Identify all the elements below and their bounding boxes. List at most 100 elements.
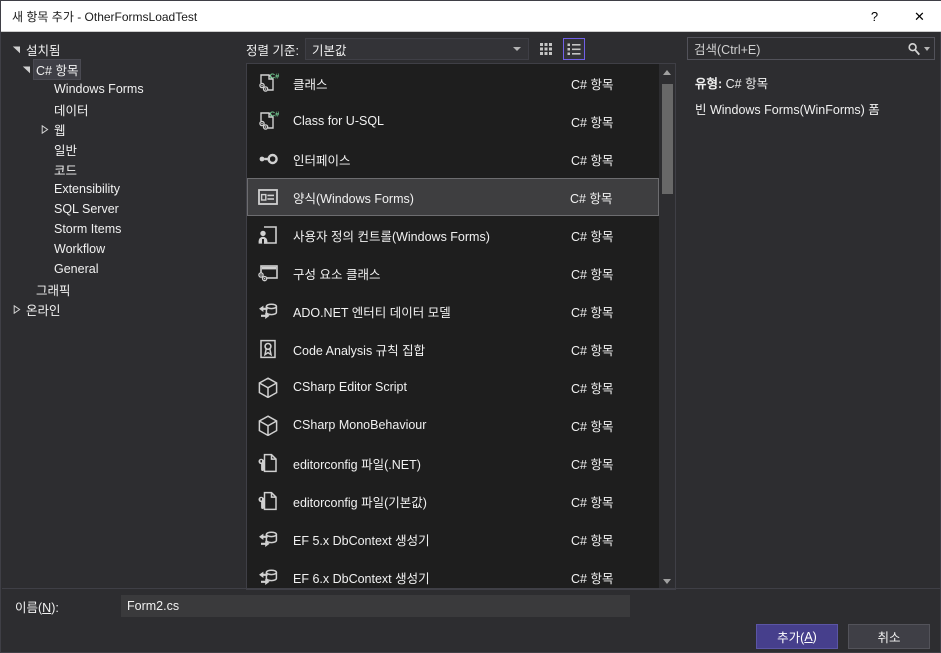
template-item-kind: C# 항목	[571, 571, 614, 586]
chevron-down-icon	[12, 46, 20, 53]
template-item-kind: C# 항목	[570, 191, 613, 206]
tree-item-13[interactable]: 온라인	[2, 299, 240, 319]
template-list-item[interactable]: EF 5.x DbContext 생성기 C# 항목	[247, 520, 659, 558]
template-list[interactable]: C# 클래스 C# 항목 C# Class for U-SQL C# 항목 인터페이…	[247, 64, 659, 589]
add-button-mnemonic: A	[804, 629, 813, 644]
sort-by-dropdown[interactable]: 기본값	[304, 38, 529, 60]
tree-item-label: C# 항목	[32, 58, 82, 80]
help-icon[interactable]: ?	[852, 1, 897, 32]
name-label: 이름(N):	[1, 597, 121, 616]
list-icon	[567, 43, 581, 55]
grid-icon	[539, 43, 552, 55]
close-icon[interactable]: ✕	[897, 1, 941, 32]
tree-item-12[interactable]: 그래픽	[2, 279, 240, 299]
template-item-kind: C# 항목	[571, 115, 614, 130]
tree-item-11[interactable]: General	[2, 259, 240, 279]
tree-item-8[interactable]: SQL Server	[2, 199, 240, 219]
template-list-item[interactable]: editorconfig 파일(.NET) C# 항목	[247, 444, 659, 482]
template-item-kind: C# 항목	[571, 305, 614, 320]
template-item-kind: C# 항목	[571, 419, 614, 434]
help-glyph: ?	[870, 8, 879, 24]
scroll-down-icon[interactable]	[659, 573, 675, 589]
list-view-button[interactable]	[562, 38, 585, 60]
chevron-down-icon	[22, 66, 30, 73]
category-tree[interactable]: 설치됨 C# 항목 Windows Forms 데이터웹일반코드 Extensibili…	[2, 33, 240, 586]
list-scrollbar[interactable]	[659, 64, 675, 589]
name-input-value: Form2.cs	[127, 599, 180, 613]
description-type-label: 유형:	[695, 77, 723, 91]
template-item-kind: C# 항목	[571, 381, 614, 396]
add-button[interactable]: 추가(A)	[756, 624, 838, 649]
template-list-item[interactable]: EF 6.x DbContext 생성기 C# 항목	[247, 558, 659, 589]
description-body: 빈 Windows Forms(WinForms) 폼	[695, 103, 880, 117]
template-item-kind: C# 항목	[571, 153, 614, 168]
search-chevron-down-icon[interactable]	[924, 46, 930, 51]
template-item-name: ADO.NET 엔터티 데이터 모델	[293, 305, 451, 320]
tree-item-4[interactable]: 웹	[2, 119, 240, 139]
template-list-item[interactable]: 인터페이스 C# 항목	[247, 140, 659, 178]
tree-item-arrow[interactable]	[36, 124, 52, 134]
tree-item-5[interactable]: 일반	[2, 139, 240, 159]
template-list-item[interactable]: 양식(Windows Forms) C# 항목	[247, 178, 659, 216]
name-input[interactable]: Form2.cs	[121, 595, 630, 617]
template-item-kind: C# 항목	[571, 229, 614, 244]
tree-item-arrow[interactable]	[18, 65, 34, 74]
winform-icon	[253, 186, 283, 208]
template-item-name: 구성 요소 클래스	[293, 267, 381, 282]
template-list-item[interactable]: 구성 요소 클래스 C# 항목	[247, 254, 659, 292]
tree-item-label: 웹	[54, 123, 66, 138]
chevron-down-icon	[512, 47, 521, 51]
template-item-name: EF 5.x DbContext 생성기	[293, 533, 430, 548]
template-item-name: Code Analysis 규칙 집합	[293, 343, 426, 358]
close-glyph: ✕	[914, 8, 925, 24]
template-item-name: 사용자 정의 컨트롤(Windows Forms)	[293, 229, 490, 244]
template-item-name: 인터페이스	[293, 153, 351, 168]
template-list-panel: C# 클래스 C# 항목 C# Class for U-SQL C# 항목 인터페이…	[246, 63, 676, 590]
template-list-item[interactable]: Code Analysis 규칙 집합 C# 항목	[247, 330, 659, 368]
usercontrol-icon	[253, 224, 283, 246]
tree-item-1[interactable]: C# 항목	[2, 58, 240, 80]
tree-item-label: 그래픽	[36, 283, 71, 298]
search-icon[interactable]	[907, 42, 921, 56]
template-list-item[interactable]: ADO.NET 엔터티 데이터 모델 C# 항목	[247, 292, 659, 330]
template-item-name: Class for U-SQL	[293, 114, 384, 128]
template-list-item[interactable]: CSharp MonoBehaviour C# 항목	[247, 406, 659, 444]
tree-item-label: 코드	[54, 163, 78, 178]
tree-item-label: SQL Server	[54, 202, 119, 216]
cancel-button[interactable]: 취소	[848, 624, 930, 649]
add-new-item-dialog: 새 항목 추가 - OtherFormsLoadTest ? ✕ 설치됨 C# 항…	[0, 0, 941, 653]
interface-icon	[253, 148, 283, 170]
template-list-item[interactable]: CSharp Editor Script C# 항목	[247, 368, 659, 406]
tree-item-label: Extensibility	[54, 182, 120, 196]
template-item-kind: C# 항목	[571, 267, 614, 282]
tree-item-label: 일반	[54, 143, 78, 158]
template-item-name: CSharp Editor Script	[293, 380, 407, 394]
tree-item-arrow[interactable]	[8, 45, 24, 54]
tree-item-label: 데이터	[54, 103, 89, 118]
search-box[interactable]: 검색(Ctrl+E)	[687, 37, 935, 60]
tree-item-6[interactable]: 코드	[2, 159, 240, 179]
tree-item-0[interactable]: 설치됨	[2, 39, 240, 59]
template-list-item[interactable]: C# 클래스 C# 항목	[247, 64, 659, 102]
scroll-up-icon[interactable]	[659, 64, 675, 80]
search-input[interactable]: 검색(Ctrl+E)	[694, 39, 907, 58]
tiles-view-button[interactable]	[535, 38, 557, 60]
scrollbar-thumb[interactable]	[662, 84, 673, 194]
name-row: 이름(N): Form2.cs	[1, 593, 941, 619]
tree-item-10[interactable]: Workflow	[2, 239, 240, 259]
svg-text:C#: C#	[270, 72, 279, 80]
template-item-kind: C# 항목	[571, 495, 614, 510]
template-item-name: 양식(Windows Forms)	[293, 191, 414, 206]
name-label-prefix: 이름(	[15, 600, 43, 615]
chevron-right-icon	[41, 124, 48, 134]
template-list-item[interactable]: 사용자 정의 컨트롤(Windows Forms) C# 항목	[247, 216, 659, 254]
template-list-item[interactable]: C# Class for U-SQL C# 항목	[247, 102, 659, 140]
tree-item-9[interactable]: Storm Items	[2, 219, 240, 239]
list-toolbar: 정렬 기준: 기본값	[246, 37, 676, 61]
tree-item-3[interactable]: 데이터	[2, 99, 240, 119]
template-list-item[interactable]: editorconfig 파일(기본값) C# 항목	[247, 482, 659, 520]
tree-item-arrow[interactable]	[8, 304, 24, 314]
tree-item-2[interactable]: Windows Forms	[2, 79, 240, 99]
tree-item-label: Windows Forms	[54, 82, 144, 96]
tree-item-7[interactable]: Extensibility	[2, 179, 240, 199]
